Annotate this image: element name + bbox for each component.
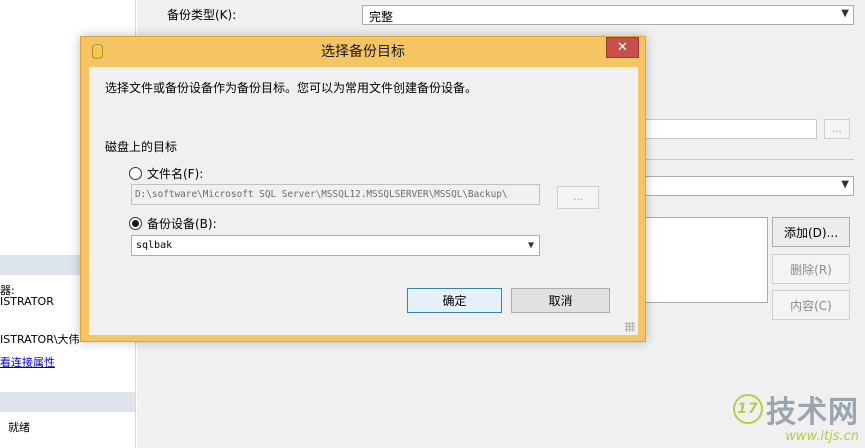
file-name-radio-option[interactable]: 文件名(F): xyxy=(129,165,203,182)
contents-button[interactable]: 内容(C) xyxy=(772,290,850,320)
background-browse-button[interactable]: ... xyxy=(824,119,850,139)
cancel-button[interactable]: 取消 xyxy=(511,288,610,313)
resize-grip-icon[interactable] xyxy=(625,322,635,332)
disk-destination-group-title: 磁盘上的目标 xyxy=(105,140,178,154)
dialog-description: 选择文件或备份设备作为备份目标。您可以为常用文件创建备份设备。 xyxy=(105,81,478,95)
backup-device-radio-option[interactable]: 备份设备(B): xyxy=(129,215,217,232)
add-button[interactable]: 添加(D)... xyxy=(772,217,850,247)
file-name-label: 文件名(F): xyxy=(147,167,204,181)
remove-button[interactable]: 删除(R) xyxy=(772,254,850,284)
close-icon: ✕ xyxy=(617,40,628,55)
chevron-down-icon: ▼ xyxy=(527,240,534,251)
ok-button[interactable]: 确定 xyxy=(407,288,502,313)
dialog-title: 选择备份目标 xyxy=(321,44,405,60)
connection-user-fragment: ISTRATOR\大伟 xyxy=(0,333,80,346)
backup-device-label: 备份设备(B): xyxy=(147,217,217,231)
backup-type-select[interactable]: 完整 ▼ xyxy=(362,5,854,25)
file-name-radio[interactable] xyxy=(129,167,142,180)
status-text: 就绪 xyxy=(8,421,30,434)
progress-section-header xyxy=(0,392,135,412)
watermark-circle-icon: 17 xyxy=(733,394,763,424)
chevron-down-icon: ▼ xyxy=(841,179,849,190)
view-connection-properties-link[interactable]: 看连接属性 xyxy=(0,354,55,370)
dialog-content: 选择文件或备份设备作为备份目标。您可以为常用文件创建备份设备。 磁盘上的目标 文… xyxy=(89,67,638,335)
file-path-input[interactable]: D:\software\Microsoft SQL Server\MSSQL12… xyxy=(131,184,540,205)
backup-device-select[interactable]: sqlbak ▼ xyxy=(131,235,540,256)
watermark-logo-text: 技术网 xyxy=(766,395,859,430)
backup-type-label: 备份类型(K): xyxy=(167,8,237,22)
backup-type-value: 完整 xyxy=(369,10,394,24)
backup-device-radio[interactable] xyxy=(129,217,142,230)
divider xyxy=(642,159,854,160)
dialog-titlebar[interactable]: 选择备份目标 ✕ xyxy=(81,37,645,67)
backup-device-value: sqlbak xyxy=(136,240,173,251)
browse-file-button[interactable]: ... xyxy=(557,186,599,209)
destination-list[interactable] xyxy=(642,217,768,303)
watermark-url: www.itjs.cn xyxy=(785,429,859,444)
chevron-down-icon: ▼ xyxy=(841,8,849,19)
site-watermark: 17 技术网 www.itjs.cn xyxy=(733,387,859,444)
background-name-input[interactable] xyxy=(642,119,817,139)
server-value-fragment: ISTRATOR xyxy=(0,295,54,308)
select-backup-destination-dialog: 选择备份目标 ✕ 选择文件或备份设备作为备份目标。您可以为常用文件创建备份设备。… xyxy=(80,36,646,342)
watermark-logo: 17 技术网 xyxy=(733,387,859,431)
close-button[interactable]: ✕ xyxy=(606,37,639,58)
destination-type-select[interactable]: ▼ xyxy=(642,176,854,196)
